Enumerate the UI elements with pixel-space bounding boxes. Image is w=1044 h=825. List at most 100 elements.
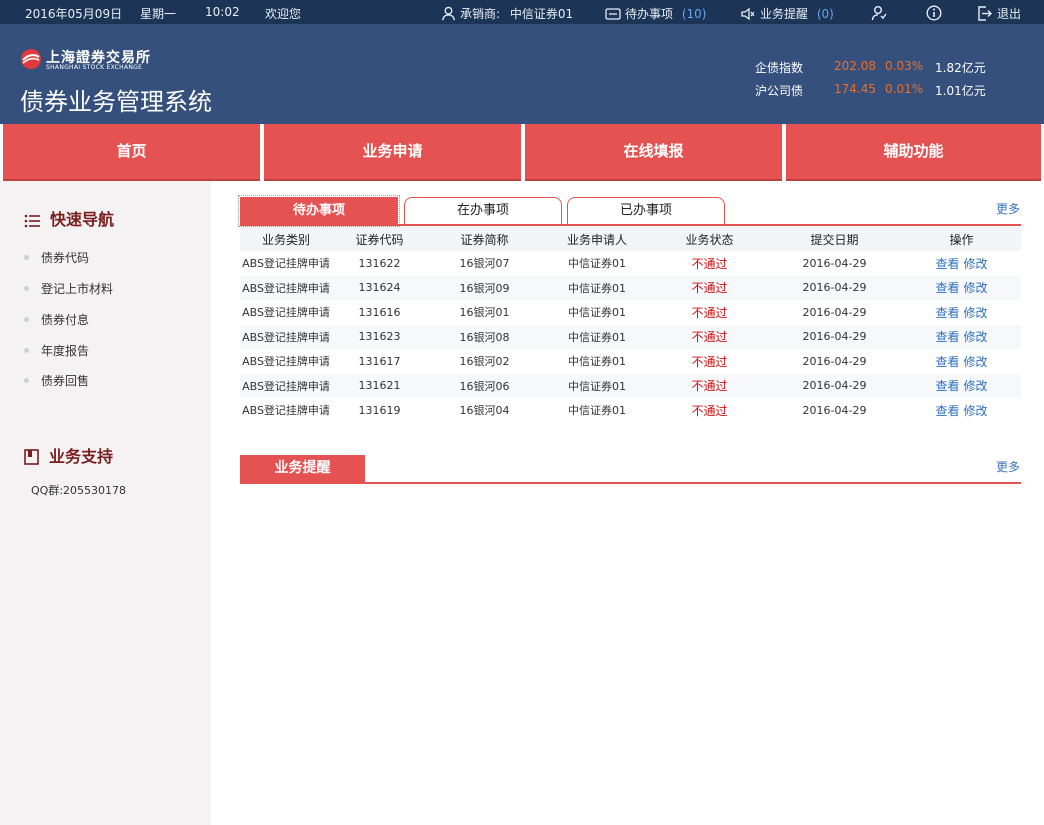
view-link[interactable]: 查看 <box>935 306 959 320</box>
tab-divider <box>240 224 1021 226</box>
quick-nav-title: 快速导航 <box>50 210 115 229</box>
tab-completed[interactable]: 已办事项 <box>567 197 725 225</box>
index-row: 企债指数 202.08 0.03% 1.82亿元 <box>755 59 1015 77</box>
security-code-cell: 131621 <box>332 373 427 398</box>
submit-date-cell: 2016-04-29 <box>767 373 902 398</box>
account-button[interactable] <box>871 5 891 21</box>
bullet-icon <box>24 348 29 353</box>
applicant-cell: 中信证券01 <box>542 275 652 300</box>
about-button[interactable] <box>926 5 946 21</box>
sidebar-item-annual-report[interactable]: 年度报告 <box>24 342 89 360</box>
view-link[interactable]: 查看 <box>935 379 959 393</box>
actions-cell: 查看 修改 <box>902 398 1021 423</box>
edit-link[interactable]: 修改 <box>964 379 988 393</box>
edit-link[interactable]: 修改 <box>964 355 988 369</box>
business-type-cell: ABS登记挂牌申请 <box>240 324 332 349</box>
index-change: 0.01% <box>885 82 924 96</box>
task-table: 业务类别 证券代码 证券简称 业务申请人 业务状态 提交日期 操作 ABS登记挂… <box>240 227 1021 423</box>
view-link[interactable]: 查看 <box>935 330 959 344</box>
todo-link[interactable]: 待办事项 (10) <box>605 5 706 22</box>
sidebar: 快速导航 债券代码 登记上市材料 债券付息 年度报告 债券回售 业务支持 QQ群… <box>0 181 211 825</box>
index-value: 174.45 <box>834 82 876 96</box>
view-link[interactable]: 查看 <box>935 404 959 418</box>
book-icon <box>24 449 39 465</box>
status-cell: 不通过 <box>652 275 767 300</box>
security-code-cell: 131624 <box>332 275 427 300</box>
submit-date-cell: 2016-04-29 <box>802 305 867 319</box>
sse-logo: 上海證券交易所 SHANGHAI STOCK EXCHANGE <box>20 46 160 72</box>
applicant-cell: 中信证券01 <box>568 404 626 418</box>
site-header: 上海證券交易所 SHANGHAI STOCK EXCHANGE 债券业务管理系统… <box>0 24 1044 124</box>
logout-button[interactable]: 退出 <box>977 5 1021 22</box>
sidebar-item-listing-material[interactable]: 登记上市材料 <box>24 280 113 298</box>
sidebar-item-interest-payment[interactable]: 债券付息 <box>24 311 89 329</box>
bullet-icon <box>24 286 29 291</box>
view-link[interactable]: 查看 <box>935 257 959 271</box>
column-header: 提交日期 <box>767 227 902 251</box>
index-name: 企债指数 <box>755 61 804 75</box>
security-code-cell: 131622 <box>358 256 401 270</box>
sidebar-item-bond-code[interactable]: 债券代码 <box>24 249 89 267</box>
nav-auxiliary[interactable]: 辅助功能 <box>786 124 1041 181</box>
edit-link[interactable]: 修改 <box>964 257 988 271</box>
sidebar-item-label: 债券付息 <box>41 313 90 327</box>
table-row: ABS登记挂牌申请 131623 16银河08 中信证券01 不通过 2016-04-29… <box>240 324 1021 349</box>
status-cell: 不通过 <box>652 373 767 398</box>
edit-link[interactable]: 修改 <box>964 404 988 418</box>
underwriter-info: 承销商: 中信证券01 <box>441 5 573 22</box>
security-code-cell: 131616 <box>358 305 401 319</box>
index-turnover: 1.82亿元 <box>935 61 986 75</box>
system-title: 债券业务管理系统 <box>20 88 212 116</box>
actions-cell: 查看 修改 <box>902 251 1021 276</box>
user-icon <box>442 6 455 21</box>
reminders-more-link[interactable]: 更多 <box>996 458 1020 475</box>
sidebar-item-label: 登记上市材料 <box>41 282 114 296</box>
tasks-more-link[interactable]: 更多 <box>996 200 1020 217</box>
submit-date-cell: 2016-04-29 <box>767 324 902 349</box>
reminder-link[interactable]: 业务提醒 (0) <box>740 5 834 22</box>
column-header: 证券简称 <box>427 227 542 251</box>
security-code-cell: 131623 <box>332 324 427 349</box>
security-name-cell: 16银河06 <box>427 373 542 398</box>
actions-cell: 查看 修改 <box>902 300 1021 325</box>
quick-nav-heading: 快速导航 <box>24 206 115 229</box>
business-type-cell: ABS登记挂牌申请 <box>242 257 330 271</box>
main-nav: 首页 业务申请 在线填报 辅助功能 <box>0 124 1044 181</box>
bullet-icon <box>24 317 29 322</box>
edit-link[interactable]: 修改 <box>964 306 988 320</box>
submit-date-cell: 2016-04-29 <box>802 256 867 270</box>
business-type-cell: ABS登记挂牌申请 <box>242 355 330 369</box>
nav-business-apply[interactable]: 业务申请 <box>264 124 521 181</box>
qq-group: QQ群:205530178 <box>31 484 127 497</box>
speaker-icon <box>741 7 755 21</box>
logout-label: 退出 <box>997 7 1022 21</box>
security-name-cell: 16银河08 <box>427 324 542 349</box>
security-name-cell: 16银河04 <box>459 404 510 418</box>
table-header-row: 业务类别 证券代码 证券简称 业务申请人 业务状态 提交日期 操作 <box>240 227 1021 251</box>
index-name: 沪公司债 <box>755 84 804 98</box>
tab-in-progress[interactable]: 在办事项 <box>404 197 562 225</box>
current-date: 2016年05月09日 <box>25 7 123 21</box>
column-header: 业务类别 <box>240 227 332 251</box>
welcome-text: 欢迎您 <box>265 7 302 21</box>
security-code-cell: 131617 <box>358 354 401 368</box>
business-type-cell: ABS登记挂牌申请 <box>240 275 332 300</box>
reminder-count: (0) <box>816 7 834 21</box>
table-row: ABS登记挂牌申请 131619 16银河04 中信证券01 不通过 2016-04-29… <box>240 398 1021 423</box>
logo-english-name: SHANGHAI STOCK EXCHANGE <box>46 64 143 71</box>
edit-link[interactable]: 修改 <box>964 330 988 344</box>
view-link[interactable]: 查看 <box>935 281 959 295</box>
submit-date-cell: 2016-04-29 <box>802 354 867 368</box>
submit-date-cell: 2016-04-29 <box>802 403 867 417</box>
sse-logo-icon <box>21 49 41 69</box>
security-name-cell: 16银河02 <box>459 355 510 369</box>
sidebar-item-bond-putback[interactable]: 债券回售 <box>24 372 89 390</box>
list-icon <box>24 214 40 228</box>
index-value: 202.08 <box>834 59 876 73</box>
tab-pending[interactable]: 待办事项 <box>238 195 400 227</box>
nav-online-report[interactable]: 在线填报 <box>525 124 782 181</box>
tab-business-reminder[interactable]: 业务提醒 <box>240 455 365 483</box>
edit-link[interactable]: 修改 <box>964 281 988 295</box>
view-link[interactable]: 查看 <box>935 355 959 369</box>
nav-home[interactable]: 首页 <box>3 124 260 181</box>
